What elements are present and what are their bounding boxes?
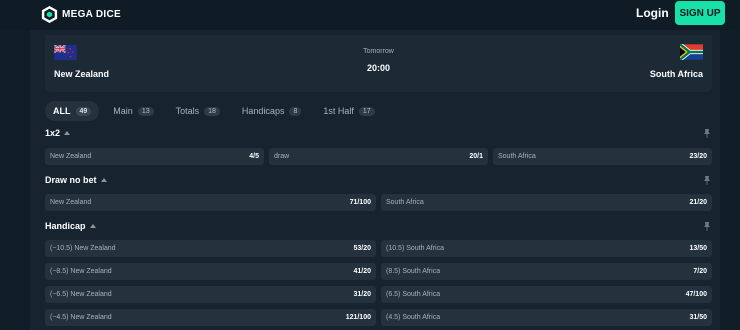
tab-1st-half[interactable]: 1st Half 17 bbox=[315, 101, 382, 121]
odds-value: 20/1 bbox=[469, 153, 483, 160]
odds-value: 31/20 bbox=[353, 291, 371, 298]
event-card: New Zealand Tomorrow 20:00 South Africa bbox=[45, 35, 712, 92]
event-day: Tomorrow bbox=[363, 48, 394, 55]
login-link[interactable]: Login bbox=[636, 5, 669, 21]
odds-value: 23/20 bbox=[689, 153, 707, 160]
odds-value: 21/20 bbox=[689, 199, 707, 206]
outcome-label: (6.5) South Africa bbox=[386, 291, 441, 298]
pin-icon[interactable] bbox=[703, 222, 711, 231]
odds-button[interactable]: (−6.5) New Zealand 31/20 bbox=[45, 286, 376, 303]
market-title: Handicap bbox=[45, 221, 86, 231]
tab-count-badge: 49 bbox=[75, 106, 92, 116]
odds-value: 53/20 bbox=[353, 245, 371, 252]
odds-button[interactable]: (6.5) South Africa 47/100 bbox=[381, 286, 712, 303]
tab-count-badge: 8 bbox=[289, 106, 302, 116]
outcome-label: (−4.5) New Zealand bbox=[50, 314, 112, 321]
odds-button[interactable]: (−8.5) New Zealand 41/20 bbox=[45, 263, 376, 280]
odds-value: 47/100 bbox=[685, 291, 707, 298]
odds-value: 41/20 bbox=[353, 268, 371, 275]
tab-label: Totals bbox=[175, 106, 200, 116]
outcome-label: (−10.5) New Zealand bbox=[50, 245, 116, 252]
odds-button[interactable]: (−10.5) New Zealand 53/20 bbox=[45, 240, 376, 257]
odds-button[interactable]: (4.5) South Africa 31/50 bbox=[381, 309, 712, 326]
market-tabs: ALL 49 Main 13 Totals 18 Handicaps 8 1st… bbox=[45, 101, 389, 121]
odds-value: 31/50 bbox=[689, 314, 707, 321]
tab-main[interactable]: Main 13 bbox=[105, 101, 161, 121]
odds-button[interactable]: South Africa 21/20 bbox=[381, 194, 712, 211]
pin-icon[interactable] bbox=[703, 129, 711, 138]
brand-logo[interactable]: MEGA DICE bbox=[40, 5, 121, 24]
odds-value: 13/50 bbox=[689, 245, 707, 252]
market-header-1x2[interactable]: 1x2 bbox=[45, 128, 71, 138]
tab-all[interactable]: ALL 49 bbox=[45, 101, 100, 121]
collapse-caret-icon bbox=[100, 178, 107, 182]
odds-value: 121/100 bbox=[345, 314, 371, 321]
tab-label: ALL bbox=[53, 106, 71, 116]
pin-icon[interactable] bbox=[703, 176, 711, 185]
odds-button[interactable]: New Zealand 71/100 bbox=[45, 194, 376, 211]
odds-button[interactable]: draw 20/1 bbox=[269, 148, 488, 165]
outcome-label: New Zealand bbox=[50, 153, 92, 160]
tab-totals[interactable]: Totals 18 bbox=[168, 101, 228, 121]
collapse-caret-icon bbox=[64, 131, 71, 135]
tab-label: Main bbox=[113, 106, 133, 116]
dice-logo-icon bbox=[41, 5, 58, 24]
tab-label: 1st Half bbox=[323, 106, 354, 116]
brand-name: MEGA DICE bbox=[62, 9, 121, 20]
market-header-handicap[interactable]: Handicap bbox=[45, 221, 96, 231]
market-title: Draw no bet bbox=[45, 175, 97, 185]
event-time: 20:00 bbox=[366, 63, 391, 73]
tab-label: Handicaps bbox=[241, 106, 285, 116]
tab-handicaps[interactable]: Handicaps 8 bbox=[234, 101, 309, 121]
outcome-label: (8.5) South Africa bbox=[386, 268, 441, 275]
away-team-name: South Africa bbox=[649, 69, 703, 79]
tab-count-badge: 18 bbox=[204, 106, 220, 116]
tab-count-badge: 17 bbox=[358, 106, 375, 116]
market-title: 1x2 bbox=[45, 128, 61, 138]
odds-value: 71/100 bbox=[349, 199, 371, 206]
outcome-label: (−6.5) New Zealand bbox=[50, 291, 112, 298]
odds-value: 4/5 bbox=[249, 153, 259, 160]
odds-button[interactable]: New Zealand 4/5 bbox=[45, 148, 264, 165]
outcome-label: draw bbox=[274, 153, 290, 160]
outcome-label: (4.5) South Africa bbox=[386, 314, 441, 321]
outcome-label: (10.5) South Africa bbox=[386, 245, 444, 252]
collapse-caret-icon bbox=[89, 224, 96, 228]
odds-button[interactable]: South Africa 23/20 bbox=[493, 148, 712, 165]
outcome-label: South Africa bbox=[498, 153, 536, 160]
top-header: MEGA DICE Login SIGN UP bbox=[0, 0, 740, 30]
sign-up-button[interactable]: SIGN UP bbox=[675, 1, 725, 25]
outcome-label: (−8.5) New Zealand bbox=[50, 268, 112, 275]
market-header-draw-no-bet[interactable]: Draw no bet bbox=[45, 175, 107, 185]
odds-value: 7/20 bbox=[693, 268, 707, 275]
outcome-label: South Africa bbox=[386, 199, 424, 206]
tab-count-badge: 13 bbox=[137, 106, 154, 116]
outcome-label: New Zealand bbox=[50, 199, 92, 206]
odds-button[interactable]: (8.5) South Africa 7/20 bbox=[381, 263, 712, 280]
odds-button[interactable]: (−4.5) New Zealand 121/100 bbox=[45, 309, 376, 326]
odds-button[interactable]: (10.5) South Africa 13/50 bbox=[381, 240, 712, 257]
